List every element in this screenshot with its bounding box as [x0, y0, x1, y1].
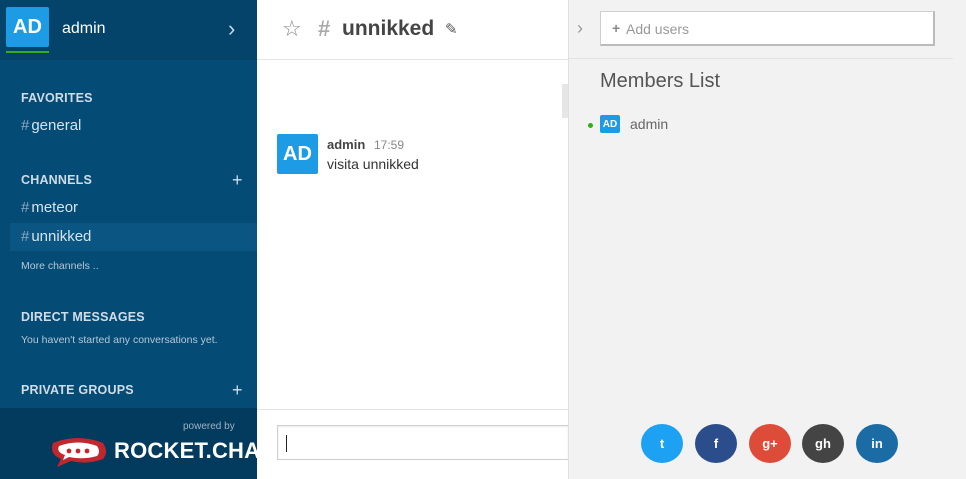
- chevron-right-icon[interactable]: ›: [228, 18, 235, 40]
- message-input[interactable]: [277, 425, 568, 460]
- text-caret: [286, 435, 287, 452]
- message-time: 17:59: [374, 138, 405, 152]
- user-bar[interactable]: AD admin ›: [0, 0, 257, 60]
- room-hash-icon: #: [318, 16, 331, 41]
- rocket-chat-brand: ROCKET.CHAT: [114, 438, 273, 463]
- room-header: ☆ # unnikked ✎: [257, 0, 568, 60]
- add-users-input[interactable]: + Add users: [600, 11, 935, 46]
- message-author[interactable]: admin: [327, 137, 365, 152]
- direct-messages-empty: You haven't started any conversations ye…: [21, 334, 218, 346]
- sidebar-item-meteor[interactable]: # meteor: [21, 199, 78, 216]
- edit-icon[interactable]: ✎: [445, 20, 458, 38]
- message-text: visita unnikked: [327, 156, 419, 172]
- favorites-title: FAVORITES: [21, 91, 93, 105]
- sidebar-item-label: general: [31, 117, 82, 134]
- user-avatar[interactable]: AD: [6, 7, 49, 47]
- plus-icon: +: [612, 20, 621, 36]
- more-channels-link[interactable]: More channels ..: [21, 260, 99, 272]
- members-list-title: Members List: [600, 70, 721, 92]
- add-users-placeholder: Add users: [626, 21, 690, 37]
- twitter-icon[interactable]: t: [641, 424, 683, 463]
- sidebar-footer: powered by ROCKET.CHAT: [0, 408, 272, 479]
- hash-icon: #: [21, 228, 30, 245]
- member-name[interactable]: admin: [630, 116, 668, 132]
- star-icon[interactable]: ☆: [282, 16, 302, 42]
- sidebar-item-unnikked[interactable]: # unnikked: [21, 228, 91, 245]
- sidebar-item-general[interactable]: # general: [21, 117, 81, 134]
- sidebar-item-label: unnikked: [31, 228, 92, 245]
- main-area: ☆ # unnikked ✎ AD admin 17:59 visita unn…: [257, 0, 568, 479]
- direct-messages-title: DIRECT MESSAGES: [21, 310, 145, 324]
- google-plus-icon[interactable]: g+: [749, 424, 791, 463]
- online-status-icon: [588, 123, 593, 128]
- room-title: unnikked: [342, 17, 435, 40]
- members-panel: › + Add users Members List AD admin t f …: [568, 0, 966, 479]
- hash-icon: #: [21, 199, 30, 216]
- hash-icon: #: [21, 117, 30, 134]
- sidebar: AD admin › FAVORITES # general CHANNELS +…: [0, 0, 272, 479]
- channels-title: CHANNELS: [21, 173, 93, 187]
- sidebar-item-label: meteor: [31, 199, 79, 216]
- collapse-panel-icon[interactable]: ›: [577, 18, 583, 39]
- message-avatar[interactable]: AD: [277, 134, 318, 174]
- user-status-indicator: [6, 51, 49, 53]
- private-groups-title: PRIVATE GROUPS: [21, 383, 134, 397]
- facebook-icon[interactable]: f: [695, 424, 737, 463]
- powered-by-text: powered by: [183, 421, 235, 432]
- members-panel-header: › + Add users: [569, 0, 953, 59]
- add-private-group-icon[interactable]: +: [232, 381, 243, 399]
- rocket-chat-logo-icon: [52, 438, 106, 467]
- user-name[interactable]: admin: [62, 20, 106, 38]
- github-icon[interactable]: gh: [802, 424, 844, 463]
- add-channel-icon[interactable]: +: [232, 171, 243, 189]
- linkedin-icon[interactable]: in: [856, 424, 898, 463]
- member-avatar[interactable]: AD: [600, 115, 620, 133]
